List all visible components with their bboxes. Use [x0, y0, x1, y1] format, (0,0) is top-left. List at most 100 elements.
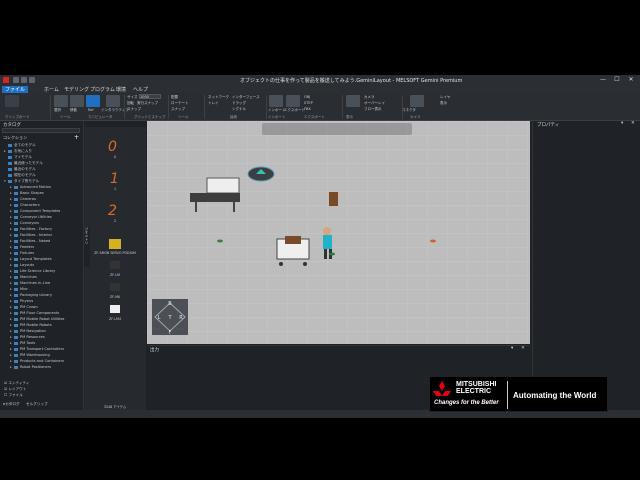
tree-item[interactable]: ▸ PM Crown — [10, 305, 38, 310]
interactive-button[interactable] — [106, 95, 120, 107]
snap-label[interactable]: スナップ — [127, 107, 141, 112]
menu-modeling[interactable]: モデリング — [64, 86, 89, 93]
fbx-label[interactable]: FBX — [304, 107, 311, 111]
tray-label[interactable]: トレイ — [208, 101, 219, 106]
drag-label[interactable]: ドラッグ — [232, 101, 246, 106]
properties-close-icon[interactable]: ✕ — [631, 121, 635, 126]
tree-item[interactable]: 現在のモデル — [4, 173, 36, 178]
tree-item[interactable]: ▸ Packaging Library — [10, 293, 52, 298]
tree-item[interactable]: ▸ Basic Shapes — [10, 191, 44, 196]
redo-icon[interactable] — [29, 77, 35, 83]
place-label[interactable]: 配置 — [171, 95, 178, 100]
select-button[interactable] — [54, 95, 68, 107]
size-field[interactable]: 1000 — [139, 94, 161, 99]
footer-layout[interactable]: ☑ レイアウト — [4, 387, 26, 392]
rotate-tool-label[interactable]: ローテート — [171, 101, 189, 106]
interface-label[interactable]: インターフェース — [232, 95, 260, 100]
tree-item[interactable]: ▸ Conveyors — [10, 221, 39, 226]
tree-item[interactable]: ▸ Misc — [10, 287, 28, 292]
tree-item-label: Machines In-Line — [20, 281, 51, 285]
tree-item[interactable]: ▸ Characters — [10, 203, 40, 208]
tree-item[interactable]: ▸ PM Tools — [10, 341, 35, 346]
step-label[interactable]: STEP — [304, 101, 313, 105]
tree-item[interactable]: ▸ PM Floor Components — [10, 311, 59, 316]
properties-pin-icon[interactable]: ▾ — [621, 121, 623, 126]
snap-tool-label[interactable]: スナップ — [171, 107, 185, 112]
tree-item[interactable]: ▸ Physics — [10, 299, 33, 304]
tree-item[interactable]: ▸ Facilities - Naked — [10, 239, 50, 244]
tree-item[interactable]: ▸ Layouts — [10, 263, 34, 268]
tree-item[interactable]: ▸ Robot Positioners — [10, 365, 51, 370]
tree-item[interactable]: 最近のモデル — [4, 167, 36, 172]
tree-item-label: お気に入り — [14, 149, 32, 153]
tree-item[interactable]: ▸ お気に入り — [4, 149, 32, 154]
tree-item[interactable]: マイモデル — [4, 155, 32, 160]
tree-item[interactable]: ▸ Layout Templates — [10, 257, 52, 262]
tab-cell-grip[interactable]: セルグリップ — [26, 402, 48, 407]
3d-scene[interactable]: B L T R F — [147, 121, 530, 344]
brand-banner: MITSUBISHI ELECTRIC Changes for the Bett… — [429, 376, 608, 412]
menu-environment[interactable]: 環境 — [116, 86, 126, 93]
tree-item[interactable]: ▸ Feeders — [10, 245, 34, 250]
rotate-label[interactable]: 回転 — [127, 101, 134, 106]
connector-icon[interactable] — [410, 95, 424, 107]
close-button[interactable]: ✕ — [624, 76, 638, 84]
tree-item[interactable]: ▸ PM Mobile Robot Utilities — [10, 317, 64, 322]
undo-icon[interactable] — [21, 77, 27, 83]
camera-label[interactable]: カメラ — [364, 95, 375, 100]
tree-item[interactable]: ▸ Machines In-Line — [10, 281, 50, 286]
tree-item[interactable]: ▸ Fixtures — [10, 251, 34, 256]
save-icon[interactable] — [13, 77, 19, 83]
network-label[interactable]: ネットワーク — [208, 95, 229, 100]
tree-item[interactable]: ▾ タイプ別モデル — [4, 179, 39, 184]
footer-entity[interactable]: ☑ エンティティ — [4, 381, 30, 386]
tab-ecatalog[interactable]: eカタログ — [3, 402, 20, 407]
ref-button[interactable] — [86, 95, 100, 107]
paste-icon[interactable] — [5, 95, 19, 107]
ribbon-extra-2[interactable]: 表示 — [440, 101, 447, 106]
maximize-button[interactable]: ☐ — [610, 76, 624, 84]
tree-item[interactable]: 最近使ったモデル — [4, 161, 43, 166]
minimize-button[interactable]: — — [596, 76, 610, 84]
tree-item[interactable]: ▸ PM Navigation — [10, 329, 46, 334]
group-camera: カメラ — [410, 115, 421, 119]
tree-item[interactable]: ▸ Products and Containers — [10, 359, 64, 364]
exec-snap-label[interactable]: 実行スナップ — [137, 101, 158, 106]
3d-viewport[interactable]: B L T R F — [147, 121, 530, 344]
tree-item[interactable]: 全てのモデル — [4, 143, 36, 148]
export-icon[interactable] — [286, 95, 300, 107]
catalog-search-input[interactable] — [2, 128, 80, 133]
ribbon-extra-1[interactable]: レイヤ — [440, 95, 450, 100]
tree-item[interactable]: ▸ Cameras — [10, 197, 36, 202]
geometry-vertical-tab[interactable]: ジオメトリ — [84, 227, 90, 267]
obj-label[interactable]: OBJ — [304, 95, 310, 99]
tree-item[interactable]: ▸ PM Transport Controllers — [10, 347, 64, 352]
tree-item[interactable]: ▸ Advanced Motion — [10, 185, 51, 190]
overlay-label[interactable]: オーバーレイ — [364, 101, 385, 106]
tree-item[interactable]: ▸ PM Mobile Robots — [10, 323, 52, 328]
footer-entity-label: エンティティ — [8, 381, 30, 385]
add-collection-icon[interactable]: + — [74, 134, 79, 141]
output-pin-icon[interactable]: ▾ — [511, 346, 513, 351]
menu-program[interactable]: プログラム — [90, 86, 115, 93]
export-label: エクスポート — [284, 108, 305, 112]
menu-file[interactable]: ファイル — [2, 86, 29, 93]
tree-item[interactable]: ▸ Facilities - Interior — [10, 233, 52, 238]
flow-label[interactable]: フロー表示 — [364, 107, 382, 112]
footer-file[interactable]: ☐ ファイル — [4, 393, 23, 398]
compass-label-f: F — [169, 330, 172, 336]
tree-item[interactable]: ▸ Machines — [10, 275, 37, 280]
screenshot-icon[interactable] — [346, 95, 360, 107]
output-close-icon[interactable]: ✕ — [521, 346, 525, 351]
tree-item[interactable]: ▸ PM Resources — [10, 335, 45, 340]
signal-label[interactable]: シグナル — [232, 107, 246, 112]
move-button[interactable] — [70, 95, 84, 107]
tree-item[interactable]: ▸ Conveyor Utilities — [10, 215, 52, 220]
menu-help[interactable]: ヘルプ — [133, 86, 148, 93]
tree-item[interactable]: ▸ Life Science Library — [10, 269, 55, 274]
import-icon[interactable] — [269, 95, 283, 107]
tree-item[interactable]: ▸ Facilities - Factory — [10, 227, 52, 232]
menu-home[interactable]: ホーム — [44, 86, 59, 93]
tree-item[interactable]: ▸ PM Warehousing — [10, 353, 50, 358]
tree-item[interactable]: ▸ Component Templates — [10, 209, 60, 214]
